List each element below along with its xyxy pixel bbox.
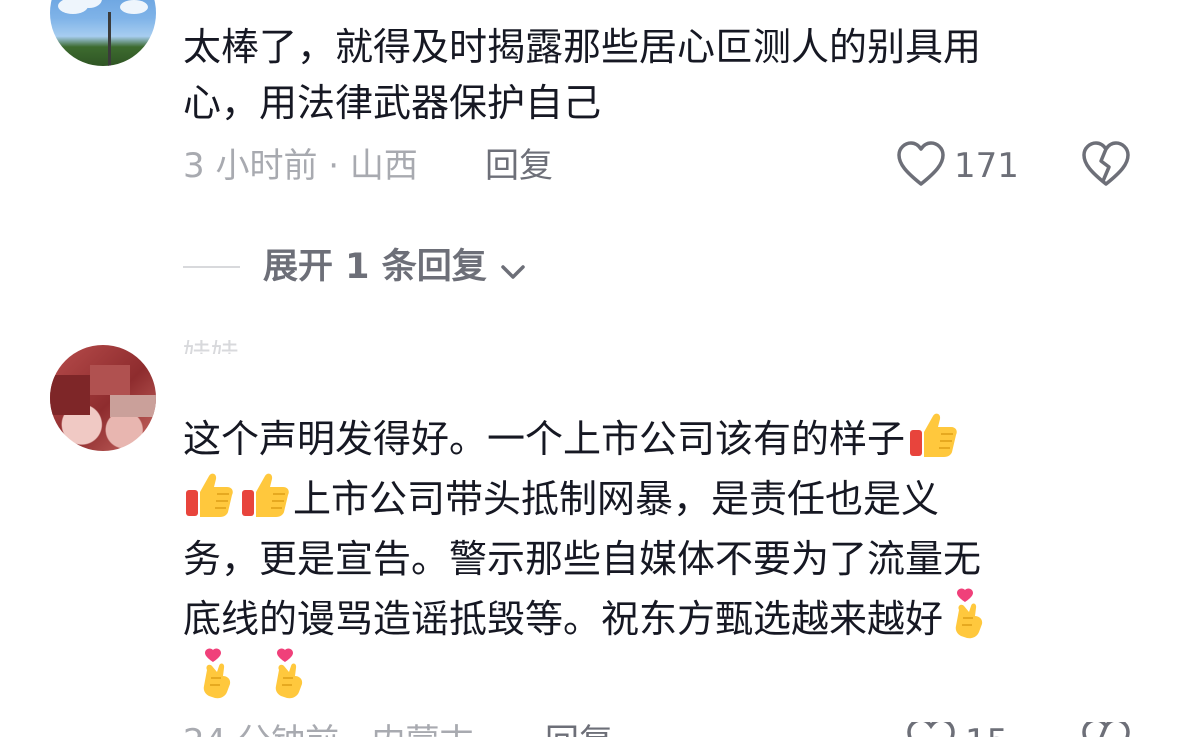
expand-replies-label: 展开 1 条回复 — [263, 247, 487, 287]
comment-text-line: 上市公司带头抵制网暴，是责任也是义 — [183, 468, 939, 530]
reply-button[interactable]: 回复 — [485, 146, 553, 186]
thumbs-up-emoji — [239, 468, 291, 520]
broken-heart-icon[interactable] — [1081, 141, 1131, 191]
comment-text-line: 务，更是宣告。警示那些自媒体不要为了流量无 — [183, 537, 982, 581]
like-count: 171 — [954, 146, 1019, 186]
comment-text-line — [183, 648, 319, 710]
commenter-avatar[interactable] — [50, 345, 156, 451]
broken-heart-icon[interactable] — [1081, 722, 1131, 737]
commenter-username[interactable]: 娃娃 — [183, 340, 253, 354]
thumbs-up-emoji — [907, 408, 959, 460]
comment-meta-row: 24 分钟前 · 内蒙古 回复 15 — [0, 722, 1179, 737]
reply-button[interactable]: 回复 — [545, 722, 613, 737]
finger-heart-emoji — [193, 648, 245, 700]
expand-replies-button[interactable]: 展开 1 条回复 — [263, 246, 527, 292]
commenter-avatar[interactable] — [50, 0, 156, 66]
comment-text-line: 底线的谩骂造谣抵毁等。祝东方甄选越来越好 — [183, 588, 999, 650]
comment-text-line: 这个声明发得好。一个上市公司该有的样子 — [183, 408, 961, 470]
like-count: 15 — [965, 722, 1008, 737]
heart-outline-icon[interactable] — [906, 722, 956, 737]
finger-heart-emoji — [945, 588, 997, 640]
comment-text-segment: 上市公司带头抵制网暴，是责任也是义 — [293, 477, 940, 521]
comment-time-location: 3 小时前 · 山西 — [183, 146, 418, 186]
comment-text-segment: 底线的谩骂造谣抵毁等。祝东方甄选越来越好 — [183, 597, 944, 641]
chevron-down-icon — [499, 250, 527, 292]
comment-time-location: 24 分钟前 · 内蒙古 — [183, 722, 474, 737]
comment-text-segment: 这个声明发得好。一个上市公司该有的样子 — [183, 417, 906, 461]
thumbs-up-emoji — [183, 468, 235, 520]
heart-outline-icon[interactable] — [896, 141, 946, 191]
finger-heart-emoji — [265, 648, 317, 700]
comment-text-line: 心，用法律武器保护自己 — [183, 81, 602, 125]
expand-divider — [183, 266, 240, 268]
comment-text-line: 太棒了，就得及时揭露那些居心叵测人的别具用 — [183, 25, 982, 69]
